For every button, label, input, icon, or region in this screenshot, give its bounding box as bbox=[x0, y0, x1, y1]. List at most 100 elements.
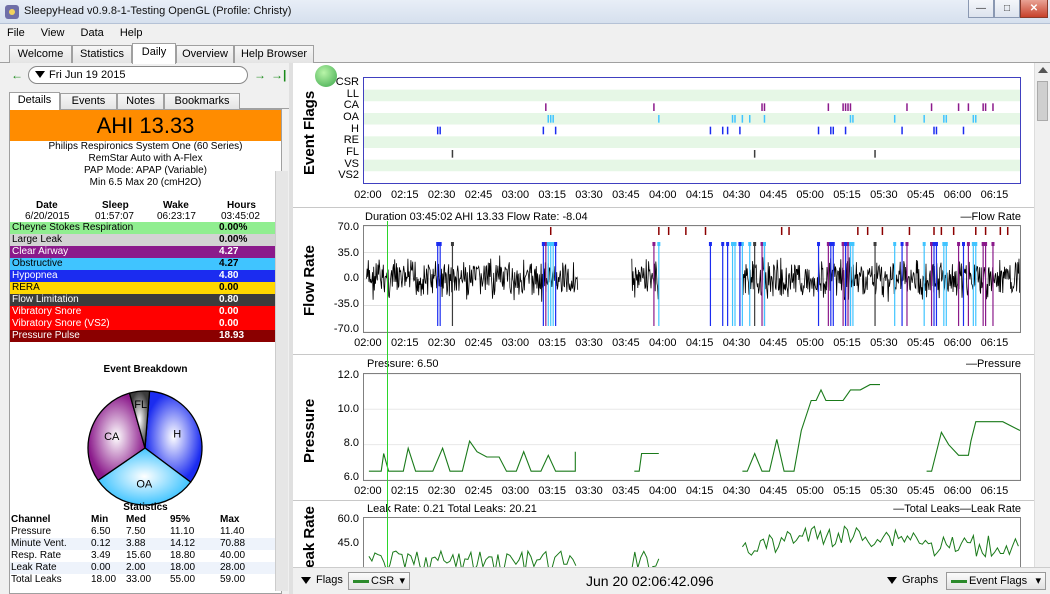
flow-event-tag bbox=[961, 242, 965, 246]
tab-notes[interactable]: Notes bbox=[117, 93, 164, 109]
menu-file[interactable]: File bbox=[0, 24, 31, 39]
graphs-toggle[interactable]: Graphs bbox=[887, 574, 938, 586]
stat-cell: 33.00 bbox=[126, 574, 152, 585]
event-flags-graph[interactable]: Event Flags CSR LL CA OA H RE FL VS VS2 02:00 02:… bbox=[293, 63, 1034, 203]
flag-row-label: H bbox=[351, 122, 359, 135]
leak-legend-total: Total Leaks bbox=[904, 503, 960, 515]
menu-help[interactable]: Help bbox=[113, 24, 149, 39]
index-label: Pressure Pulse bbox=[12, 330, 80, 341]
y-tick: 12.0 bbox=[337, 369, 359, 381]
flow-event-tag bbox=[844, 242, 848, 246]
maximize-button[interactable]: □ bbox=[994, 0, 1020, 18]
time-tick: 05:45 bbox=[906, 337, 935, 349]
time-tick: 04:15 bbox=[685, 337, 714, 349]
pressure-series bbox=[634, 452, 659, 472]
time-tick: 05:30 bbox=[870, 189, 898, 201]
time-tick: 04:45 bbox=[759, 337, 788, 349]
y-tick: 35.0 bbox=[337, 246, 359, 259]
flow-event-tag bbox=[733, 242, 737, 246]
pie-label-oa: OA bbox=[136, 478, 153, 490]
index-row-cheyne-stokes-respiration: Cheyne Stokes Respiration 0.00% bbox=[10, 222, 281, 234]
tab-bookmarks[interactable]: Bookmarks bbox=[164, 93, 240, 109]
pressure-plot bbox=[363, 373, 1021, 481]
flag-row-band bbox=[364, 148, 1020, 160]
flow-rate-legend-label: Flow Rate bbox=[971, 211, 1021, 223]
time-tick: 05:15 bbox=[833, 485, 861, 497]
time-tick: 03:30 bbox=[575, 485, 603, 497]
graphs-label: Graphs bbox=[902, 574, 939, 586]
total-leaks-series bbox=[742, 525, 1019, 558]
last-day-arrow-icon[interactable]: →| bbox=[271, 68, 286, 82]
flow-event-tag bbox=[922, 242, 926, 246]
tab-daily[interactable]: Daily bbox=[132, 43, 176, 64]
ahi-banner: AHI 13.33 bbox=[10, 110, 281, 141]
graph-scrollbar[interactable] bbox=[1034, 63, 1050, 567]
prev-day-arrow-icon[interactable]: ← bbox=[11, 68, 23, 82]
date-selector[interactable]: Fri Jun 19 2015 bbox=[28, 66, 248, 84]
close-button[interactable]: ✕ bbox=[1020, 0, 1048, 18]
time-tick: 04:30 bbox=[722, 485, 751, 497]
time-tick: 06:15 bbox=[980, 337, 1009, 349]
time-tick: 05:30 bbox=[870, 485, 898, 497]
time-tick: 03:45 bbox=[612, 337, 640, 349]
cursor-datetime: Jun 20 02:06:42.096 bbox=[586, 573, 714, 589]
tab-overview[interactable]: Overview bbox=[176, 45, 234, 63]
pie-label-fl: FL bbox=[134, 399, 147, 411]
flow-rate-graph[interactable]: Duration 03:45:02 AHI 13.33 Flow Rate: -… bbox=[293, 207, 1034, 351]
time-tick: 02:30 bbox=[427, 189, 456, 201]
index-value: 4.80 bbox=[219, 270, 239, 281]
graphs-combo[interactable]: Event Flags ▾ bbox=[946, 572, 1046, 590]
stat-cell: 55.00 bbox=[170, 574, 196, 585]
menu-data[interactable]: Data bbox=[74, 24, 110, 39]
flag-row-band bbox=[364, 171, 1020, 183]
time-tick: 06:00 bbox=[943, 485, 972, 497]
scroll-thumb[interactable] bbox=[1037, 81, 1048, 121]
summary-hours: 03:45:02 bbox=[221, 211, 260, 222]
tab-details[interactable]: Details bbox=[9, 92, 60, 110]
left-scrollbar[interactable] bbox=[275, 171, 288, 591]
y-tick: 45.0 bbox=[337, 537, 359, 549]
flags-combo[interactable]: CSR ▾ bbox=[348, 572, 410, 590]
title-bar[interactable]: SleepyHead v0.9.8-1-Testing OpenGL (Prof… bbox=[0, 0, 1050, 24]
pressure-legend-label: Pressure bbox=[976, 358, 1021, 370]
index-row-vibratory-snore: Vibratory Snore 0.00 bbox=[10, 306, 281, 318]
flow-event-tag bbox=[721, 242, 725, 246]
stat-row: Total Leaks 18.00 33.00 55.00 59.00 bbox=[10, 574, 281, 586]
flags-toggle[interactable]: Flags bbox=[301, 574, 343, 586]
scroll-up-icon[interactable] bbox=[1038, 67, 1048, 73]
flow-rate-header: Duration 03:45:02 AHI 13.33 Flow Rate: -… bbox=[365, 211, 588, 223]
event-flags-canvas bbox=[364, 78, 1020, 183]
time-tick: 06:00 bbox=[943, 189, 972, 201]
flow-event-tag bbox=[873, 242, 877, 246]
next-day-arrow-icon[interactable]: → bbox=[254, 68, 266, 82]
index-label: Vibratory Snore (VS2) bbox=[12, 318, 110, 329]
leak-rate-graph[interactable]: Leak Rate: 0.21 Total Leaks: 20.21 —Tota… bbox=[293, 500, 1034, 567]
leak-rate-plot bbox=[363, 517, 1021, 567]
pressure-series bbox=[926, 421, 1021, 472]
tab-help-browser[interactable]: Help Browser bbox=[234, 45, 314, 63]
y-tick: 60.0 bbox=[337, 513, 359, 525]
time-tick: 03:30 bbox=[575, 189, 603, 201]
time-tick: 05:00 bbox=[796, 189, 824, 201]
time-tick: 02:00 bbox=[354, 485, 382, 497]
stat-row: Leak Rate 0.00 2.00 18.00 28.00 bbox=[10, 562, 281, 574]
minimize-button[interactable]: — bbox=[968, 0, 994, 18]
pap-mode: PAP Mode: APAP (Variable) bbox=[83, 165, 208, 176]
flags-label: Flags bbox=[316, 574, 343, 586]
flow-event-tag bbox=[893, 242, 897, 246]
tab-statistics[interactable]: Statistics bbox=[72, 45, 132, 63]
tab-events[interactable]: Events bbox=[60, 93, 117, 109]
index-label: Obstructive bbox=[12, 258, 63, 269]
tab-welcome[interactable]: Welcome bbox=[9, 45, 72, 63]
device-series: RemStar Auto with A-Flex bbox=[88, 153, 203, 164]
index-label: Vibratory Snore bbox=[12, 306, 82, 317]
time-tick: 05:30 bbox=[870, 337, 898, 349]
stat-col-min: Min bbox=[91, 514, 109, 525]
flow-event-tag bbox=[748, 242, 752, 246]
menu-view[interactable]: View bbox=[34, 24, 71, 39]
stat-cell: 40.00 bbox=[220, 550, 246, 561]
time-tick: 03:00 bbox=[501, 337, 530, 349]
pressure-graph[interactable]: Pressure: 6.50 —Pressure Pressure 12.0 10… bbox=[293, 354, 1034, 499]
left-tabs: Details Events Notes Bookmarks bbox=[9, 92, 289, 110]
main-tabs: Welcome Statistics Daily Overview Help B… bbox=[0, 43, 1050, 64]
